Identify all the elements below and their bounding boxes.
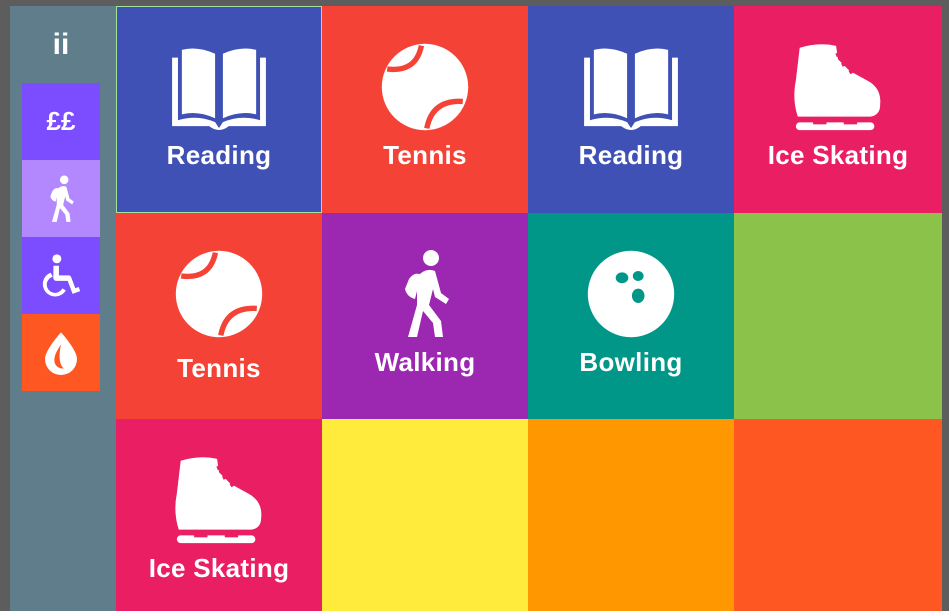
sidebar: ii ££ bbox=[10, 6, 116, 611]
ice-skate-icon bbox=[175, 457, 262, 544]
tile-tennis[interactable]: Tennis bbox=[116, 213, 322, 419]
sidebar-button-water[interactable] bbox=[22, 314, 100, 391]
bowling-ball-icon bbox=[587, 250, 675, 338]
tennis-ball-icon bbox=[175, 250, 263, 338]
tile-bowling[interactable]: Bowling bbox=[528, 213, 734, 419]
hiker-icon bbox=[50, 175, 74, 222]
tile-walking[interactable]: Walking bbox=[322, 213, 528, 419]
ice-skate-icon bbox=[794, 44, 881, 131]
tile-label: Reading bbox=[578, 140, 684, 170]
tile-empty[interactable] bbox=[734, 419, 942, 611]
sidebar-button-money[interactable]: ££ bbox=[22, 83, 100, 160]
tile-empty[interactable] bbox=[734, 213, 942, 419]
tennis-ball-icon bbox=[381, 43, 469, 131]
tile-label: Tennis bbox=[177, 353, 261, 383]
wheelchair-icon bbox=[42, 253, 81, 296]
app-frame: ii ££ Reading Tennis Reading Ice Skating… bbox=[10, 6, 942, 611]
tile-label: Reading bbox=[166, 140, 272, 170]
tile-tennis[interactable]: Tennis bbox=[322, 6, 528, 213]
tile-ice-skating[interactable]: Ice Skating bbox=[734, 6, 942, 213]
book-icon bbox=[172, 48, 266, 130]
sidebar-button-accessibility[interactable] bbox=[22, 237, 100, 314]
tile-ice-skating[interactable]: Ice Skating bbox=[116, 419, 322, 611]
tile-label: Walking bbox=[374, 347, 476, 377]
tile-empty[interactable] bbox=[528, 419, 734, 611]
tile-empty[interactable] bbox=[322, 419, 528, 611]
tile-label: Tennis bbox=[383, 140, 467, 170]
hiker-icon bbox=[405, 250, 449, 337]
tile-label: Ice Skating bbox=[148, 553, 290, 583]
book-icon bbox=[584, 48, 678, 130]
tile-reading[interactable]: Reading bbox=[528, 6, 734, 213]
tile-reading[interactable]: Reading bbox=[116, 6, 322, 213]
water-drop-icon bbox=[45, 331, 77, 375]
activity-grid: Reading Tennis Reading Ice Skating Tenni… bbox=[116, 6, 942, 611]
sidebar-top-label[interactable]: ii bbox=[22, 20, 100, 70]
pound-icon: ££ bbox=[46, 106, 76, 136]
tile-label: Ice Skating bbox=[767, 140, 909, 170]
sidebar-button-walking[interactable] bbox=[22, 160, 100, 237]
tile-label: Bowling bbox=[579, 347, 683, 377]
